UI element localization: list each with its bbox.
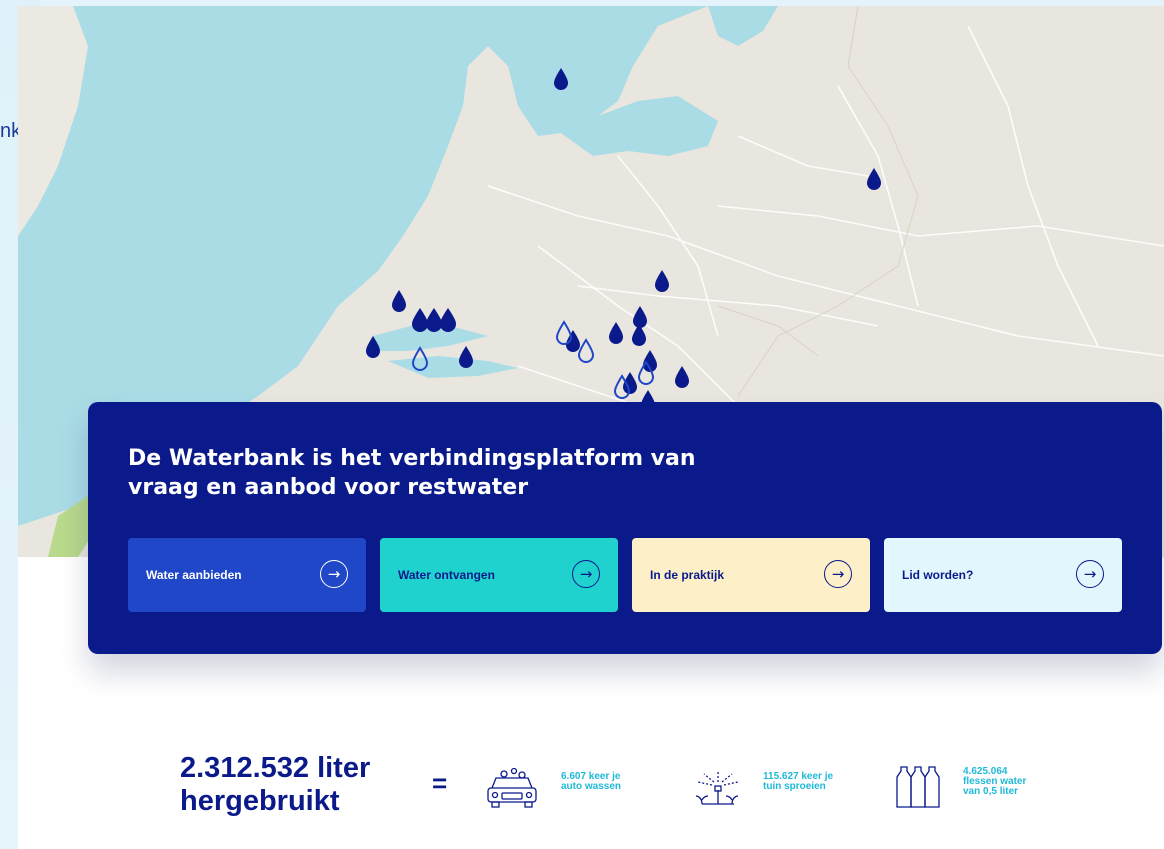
reused-total: 2.312.532 liter hergebruikt (180, 752, 371, 817)
arrow-right-icon: → (824, 560, 852, 588)
in-de-praktijk-button[interactable]: In de praktijk → (632, 538, 870, 612)
button-label: Water ontvangen (398, 568, 495, 582)
stat-car-wash: 6.607 keer je auto wassen (561, 771, 622, 792)
button-label: Water aanbieden (146, 568, 242, 582)
equals-sign: = (432, 768, 448, 798)
arrow-right-icon: → (320, 560, 348, 588)
lid-worden-button[interactable]: Lid worden? → (884, 538, 1122, 612)
sprinkler-icon (695, 772, 739, 805)
car-wash-icon (487, 767, 537, 808)
hero-title: De Waterbank is het verbindingsplatform … (128, 446, 696, 500)
arrow-right-icon: → (1076, 560, 1104, 588)
button-label: Lid worden? (902, 568, 974, 582)
stat-bottles: 4.625.064 flessen water van 0,5 liter (963, 766, 1027, 797)
water-aanbieden-button[interactable]: Water aanbieden → (128, 538, 366, 612)
bottles-icon (896, 766, 940, 808)
hero-panel: De Waterbank is het verbindingsplatform … (88, 402, 1162, 654)
stat-sprinkler: 115.627 keer je tuin sproeien (763, 771, 834, 792)
background-heading-fragment: nk (0, 120, 18, 142)
button-label: In de praktijk (650, 568, 725, 582)
water-ontvangen-button[interactable]: Water ontvangen → (380, 538, 618, 612)
arrow-right-icon: → (572, 560, 600, 588)
